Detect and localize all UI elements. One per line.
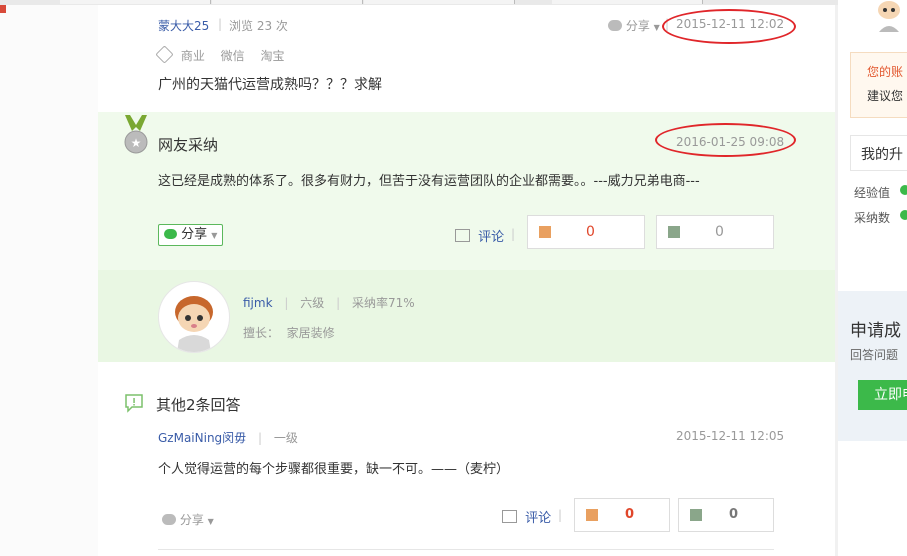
- accepted-answer-text: 这已经是成熟的体系了。很多有财力，但苦于没有运营团队的企业都需要。。---威力兄…: [158, 174, 700, 189]
- upgrade-title: 我的升: [861, 147, 903, 163]
- tag-item[interactable]: 商业: [181, 49, 205, 63]
- thumbs-up-icon: [539, 226, 551, 238]
- left-margin: [0, 5, 98, 556]
- caret-down-icon: ▼: [211, 231, 218, 240]
- answerer-expertise: 擅长： 家居装修: [243, 326, 335, 340]
- tag-list: 商业 微信 淘宝: [155, 45, 285, 64]
- divider-line: [158, 549, 774, 550]
- other-answer-comment-button[interactable]: 评论: [502, 507, 551, 526]
- tag-item[interactable]: 淘宝: [261, 49, 285, 63]
- divider: |: [218, 17, 223, 31]
- other-answer-share-button[interactable]: 分享 ▼: [162, 511, 214, 528]
- divider: |: [336, 296, 341, 310]
- downvote-count: 0: [729, 507, 739, 522]
- comment-icon: [502, 510, 517, 523]
- answerer-name[interactable]: fijmk: [243, 296, 273, 310]
- browser-tab[interactable]: [60, 0, 211, 4]
- downvote-count: 0: [715, 224, 724, 240]
- divider: |: [558, 508, 563, 522]
- caret-down-icon: ▼: [653, 23, 660, 32]
- other-answer-user[interactable]: GzMaiNing闵毋: [158, 431, 246, 445]
- question-title: 广州的天猫代运营成熟吗？？？求解: [158, 77, 382, 93]
- apply-now-button[interactable]: 立即申: [858, 380, 907, 410]
- caret-down-icon: ▼: [207, 517, 214, 526]
- other-answer-meta: GzMaiNing闵毋 | 一级: [158, 429, 298, 446]
- other-answers-heading: 其他2条回答: [156, 396, 241, 414]
- apply-title: 申请成: [850, 321, 901, 341]
- svg-text:★: ★: [131, 136, 142, 150]
- avatar[interactable]: [158, 281, 230, 353]
- question-share-button[interactable]: 分享 ▼: [608, 17, 660, 34]
- upgrade-box: 我的升: [850, 135, 907, 171]
- account-notice: 您的账 建议您: [850, 52, 907, 118]
- wechat-icon: [162, 514, 176, 525]
- apply-subtitle: 回答问题: [850, 348, 899, 362]
- share-label: 分享: [179, 513, 204, 527]
- accept-label: 采纳数: [854, 211, 891, 225]
- thumbs-down-icon: [690, 509, 702, 521]
- upvote-count: 0: [586, 224, 595, 240]
- comment-label: 评论: [478, 230, 505, 245]
- share-label: 分享: [625, 19, 650, 33]
- thumbs-up-icon: [586, 509, 598, 521]
- exp-label: 经验值: [854, 186, 891, 200]
- other-answer-level: 一级: [273, 431, 298, 445]
- other-answer-downvote-button[interactable]: 0: [678, 498, 774, 532]
- answerer-level: 六级: [300, 296, 325, 310]
- notice-line-1: 您的账: [867, 65, 904, 79]
- speech-bubble-icon: [124, 393, 144, 417]
- notice-line-2: 建议您: [867, 89, 904, 103]
- browser-tab[interactable]: [552, 0, 703, 4]
- thumbs-down-icon: [668, 226, 680, 238]
- medal-icon: ★: [122, 115, 150, 159]
- accepted-share-button[interactable]: 分享 ▼: [158, 224, 224, 246]
- answerer-accept-rate: 采纳率71%: [351, 296, 415, 310]
- divider: |: [511, 227, 516, 241]
- divider: |: [258, 431, 263, 445]
- annotation-circle: [662, 9, 796, 44]
- annotation-circle: [655, 123, 796, 157]
- divider: |: [284, 296, 289, 310]
- question-author[interactable]: 蒙大大25: [158, 17, 209, 34]
- browser-tab[interactable]: [212, 0, 363, 4]
- accepted-downvote-button[interactable]: 0: [656, 215, 774, 249]
- comment-label: 评论: [525, 511, 552, 526]
- apply-panel: [838, 291, 907, 441]
- view-count: 浏览 23 次: [229, 19, 288, 33]
- tag-item[interactable]: 微信: [221, 49, 245, 63]
- accepted-comment-button[interactable]: 评论: [455, 226, 504, 245]
- share-label: 分享: [181, 227, 208, 242]
- browser-tab[interactable]: [364, 0, 515, 4]
- accepted-upvote-button[interactable]: 0: [527, 215, 645, 249]
- other-answer-datetime: 2015-12-11 12:05: [676, 429, 785, 443]
- accepted-label: 网友采纳: [158, 136, 219, 154]
- wechat-icon: [164, 229, 177, 239]
- wechat-icon: [608, 20, 622, 31]
- accept-progress-bar: [900, 210, 907, 220]
- comment-icon: [455, 229, 470, 242]
- exp-progress-bar: [900, 185, 907, 195]
- sidebar-avatar[interactable]: [875, 0, 903, 32]
- other-answer-text: 个人觉得运营的每个步骤都很重要，缺一不可。——（麦柠）: [158, 462, 510, 477]
- upvote-count: 0: [625, 507, 635, 522]
- left-mark: [0, 5, 6, 13]
- tag-icon: [155, 45, 174, 64]
- answerer-info: fijmk | 六级 | 采纳率71%: [243, 294, 415, 311]
- other-answer-upvote-button[interactable]: 0: [574, 498, 670, 532]
